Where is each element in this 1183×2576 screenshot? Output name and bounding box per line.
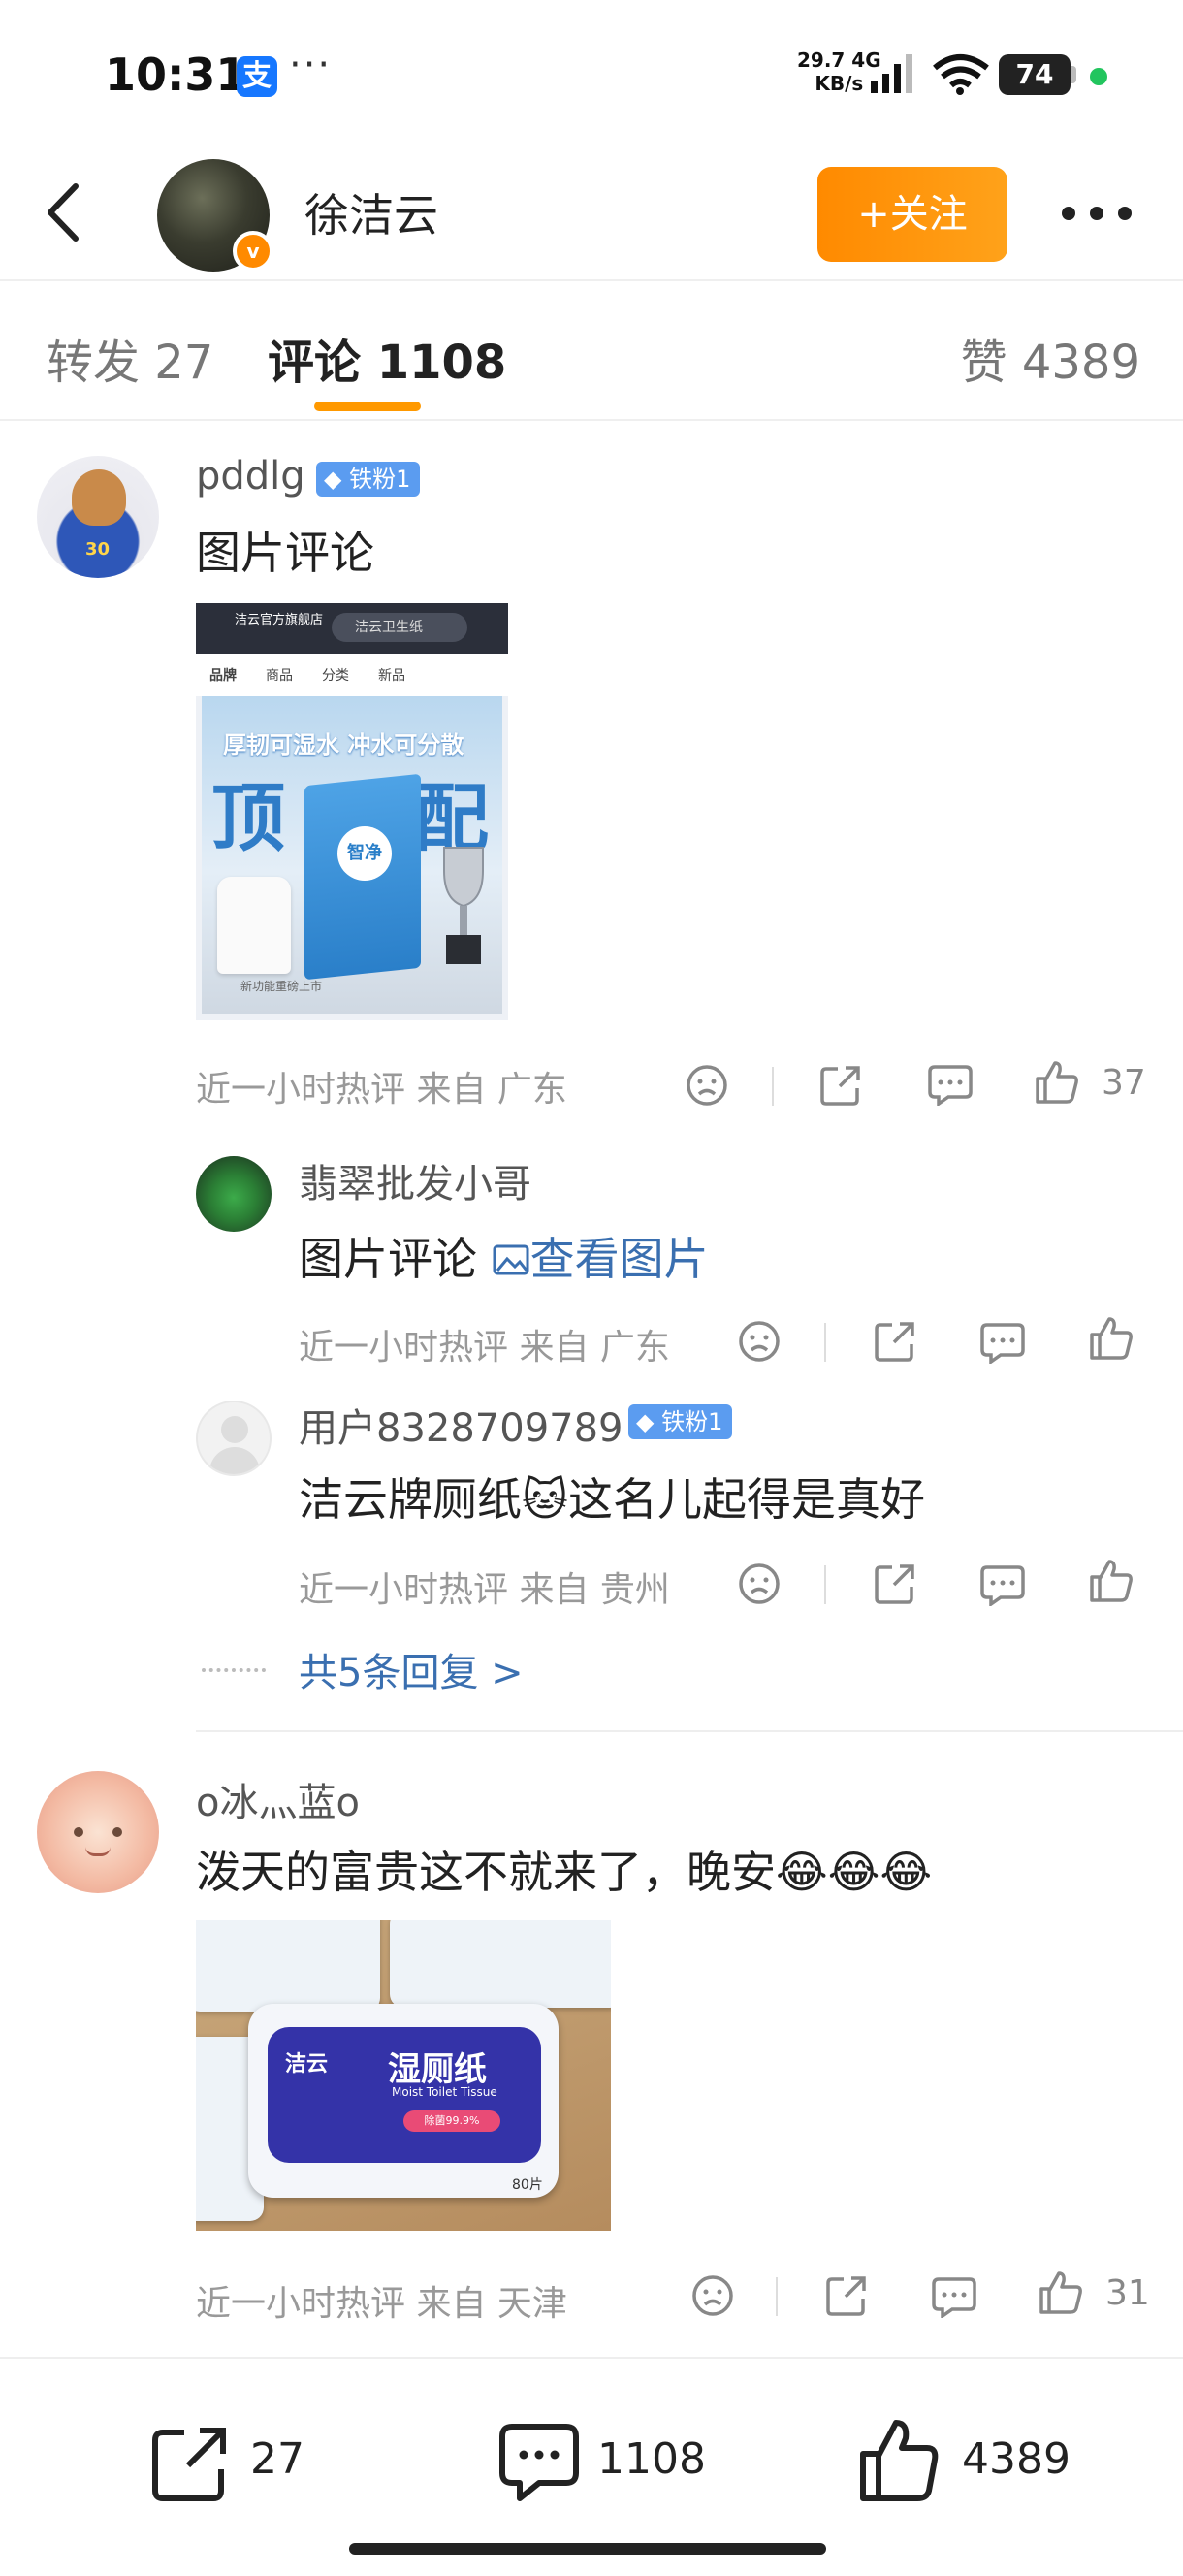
commenter-name[interactable]: pddlg bbox=[196, 454, 305, 499]
comment-text: 泼天的富贵这不就来了，晚安😂😂😂 bbox=[196, 1846, 933, 1898]
toilet-graphic bbox=[217, 877, 291, 974]
commenter-name[interactable]: o冰灬蓝o bbox=[196, 1771, 360, 1827]
author-name[interactable]: 徐洁云 bbox=[304, 180, 438, 244]
share-icon[interactable] bbox=[818, 1063, 863, 1108]
dislike-face-icon[interactable] bbox=[685, 1063, 729, 1108]
verified-badge-icon: v bbox=[233, 231, 273, 272]
reply-meta: 近一小时热评 来自 贵州 bbox=[299, 1570, 670, 1610]
reply-username[interactable]: 用户8328709789 bbox=[299, 1397, 623, 1453]
comment-text: 图片评论 bbox=[196, 527, 374, 579]
like-thumb-icon[interactable] bbox=[1088, 1315, 1135, 1362]
tab-comment[interactable]: 评论 1108 bbox=[268, 324, 506, 392]
divider bbox=[824, 1565, 826, 1604]
battery-cap bbox=[1071, 66, 1076, 83]
divider bbox=[772, 1067, 774, 1106]
battery-icon: 74 bbox=[999, 54, 1071, 95]
like-count: 31 bbox=[1105, 2273, 1150, 2313]
divider bbox=[824, 1323, 826, 1362]
like-button[interactable]: 4389 bbox=[857, 2413, 1090, 2510]
repost-icon bbox=[152, 2428, 226, 2501]
repost-button[interactable]: 27 bbox=[149, 2413, 324, 2510]
dislike-face-icon[interactable] bbox=[737, 1319, 782, 1364]
comment-image[interactable]: 洁云官方旗舰店 洁云卫生纸 品牌 商品 分类 新品 厚韧可湿水 冲水可分散 顶 … bbox=[196, 603, 508, 1020]
dotted-divider bbox=[202, 1668, 266, 1672]
picture-icon bbox=[493, 1244, 529, 1275]
divider bbox=[776, 2277, 778, 2316]
signal-icon bbox=[871, 54, 912, 93]
post-header: v 徐洁云 +关注 bbox=[0, 145, 1183, 281]
dislike-face-icon[interactable] bbox=[690, 2273, 735, 2318]
reply-avatar[interactable] bbox=[196, 1401, 272, 1476]
comment-image[interactable]: 洁云 湿厕纸 Moist Toilet Tissue 除菌99.9% 80片 bbox=[196, 1920, 611, 2231]
home-indicator[interactable] bbox=[349, 2543, 826, 2555]
share-icon[interactable] bbox=[873, 1562, 917, 1606]
fan-badge: ◆ 铁粉1 bbox=[628, 1404, 733, 1439]
wifi-icon bbox=[933, 54, 989, 95]
comment-count: 1108 bbox=[597, 2434, 706, 2484]
comment-bubble-icon[interactable] bbox=[979, 1321, 1026, 1364]
share-icon[interactable] bbox=[873, 1319, 917, 1364]
like-thumb-icon[interactable] bbox=[1088, 1558, 1135, 1604]
dislike-face-icon[interactable] bbox=[737, 1562, 782, 1606]
repost-count: 27 bbox=[250, 2434, 304, 2484]
comment-bubble-icon[interactable] bbox=[979, 1563, 1026, 1606]
tissue-pack-graphic bbox=[390, 1920, 611, 2008]
tissue-pack-graphic bbox=[196, 1920, 380, 2012]
more-notifications-icon: ··· bbox=[289, 43, 333, 87]
comment-icon bbox=[499, 2424, 579, 2501]
tab-like[interactable]: 赞 4389 bbox=[961, 324, 1140, 392]
follow-button[interactable]: +关注 bbox=[817, 167, 1007, 262]
alipay-icon: 支 bbox=[237, 56, 277, 97]
comment-bubble-icon[interactable] bbox=[931, 2275, 977, 2318]
back-arrow-icon[interactable] bbox=[37, 180, 95, 244]
tab-bar: 转发 27 评论 1108 赞 4389 bbox=[0, 283, 1183, 421]
reply-username[interactable]: 翡翠批发小哥 bbox=[299, 1152, 531, 1208]
comment-button[interactable]: 1108 bbox=[498, 2413, 712, 2510]
share-icon[interactable] bbox=[824, 2273, 869, 2318]
more-replies-link[interactable]: 共5条回复 > bbox=[299, 1641, 524, 1697]
image-shop-bar: 洁云官方旗舰店 洁云卫生纸 bbox=[196, 603, 508, 654]
more-dots-icon[interactable] bbox=[1059, 204, 1135, 223]
tab-repost[interactable]: 转发 27 bbox=[47, 324, 213, 392]
like-count: 37 bbox=[1102, 1063, 1146, 1103]
comment-bubble-icon[interactable] bbox=[927, 1063, 974, 1106]
like-thumb-icon[interactable] bbox=[1034, 1059, 1080, 1106]
clock: 10:31 bbox=[105, 48, 247, 101]
reply-meta: 近一小时热评 来自 广东 bbox=[299, 1328, 670, 1368]
like-icon bbox=[860, 2420, 939, 2501]
commenter-avatar[interactable]: 30 bbox=[37, 456, 159, 578]
active-tab-indicator bbox=[314, 402, 421, 411]
indicator-dot bbox=[1090, 68, 1107, 85]
image-ad-banner: 厚韧可湿水 冲水可分散 顶 配 智净 新功能重磅上市 bbox=[202, 696, 502, 1014]
bottom-action-bar: 27 1108 4389 bbox=[0, 2357, 1183, 2576]
image-shop-nav: 品牌 商品 分类 新品 bbox=[196, 654, 508, 696]
reply-text: 图片评论 查看图片 bbox=[299, 1233, 709, 1285]
trophy-icon bbox=[443, 847, 484, 964]
like-count-total: 4389 bbox=[962, 2434, 1071, 2484]
like-thumb-icon[interactable] bbox=[1038, 2270, 1084, 2316]
status-bar: 10:31 支 ··· 29.7 4G KB/s 74 bbox=[0, 0, 1183, 145]
comment-meta: 近一小时热评 来自 广东 bbox=[196, 1070, 567, 1110]
view-image-link[interactable]: 查看图片 bbox=[492, 1233, 709, 1285]
reply-avatar[interactable] bbox=[196, 1156, 272, 1232]
comment-meta: 近一小时热评 来自 天津 bbox=[196, 2284, 567, 2324]
fan-badge: ◆ 铁粉1 bbox=[316, 462, 421, 497]
comment-divider bbox=[196, 1730, 1183, 1732]
reply-text: 洁云牌厕纸🐱这名儿起得是真好 bbox=[299, 1473, 925, 1526]
commenter-avatar[interactable] bbox=[37, 1771, 159, 1893]
